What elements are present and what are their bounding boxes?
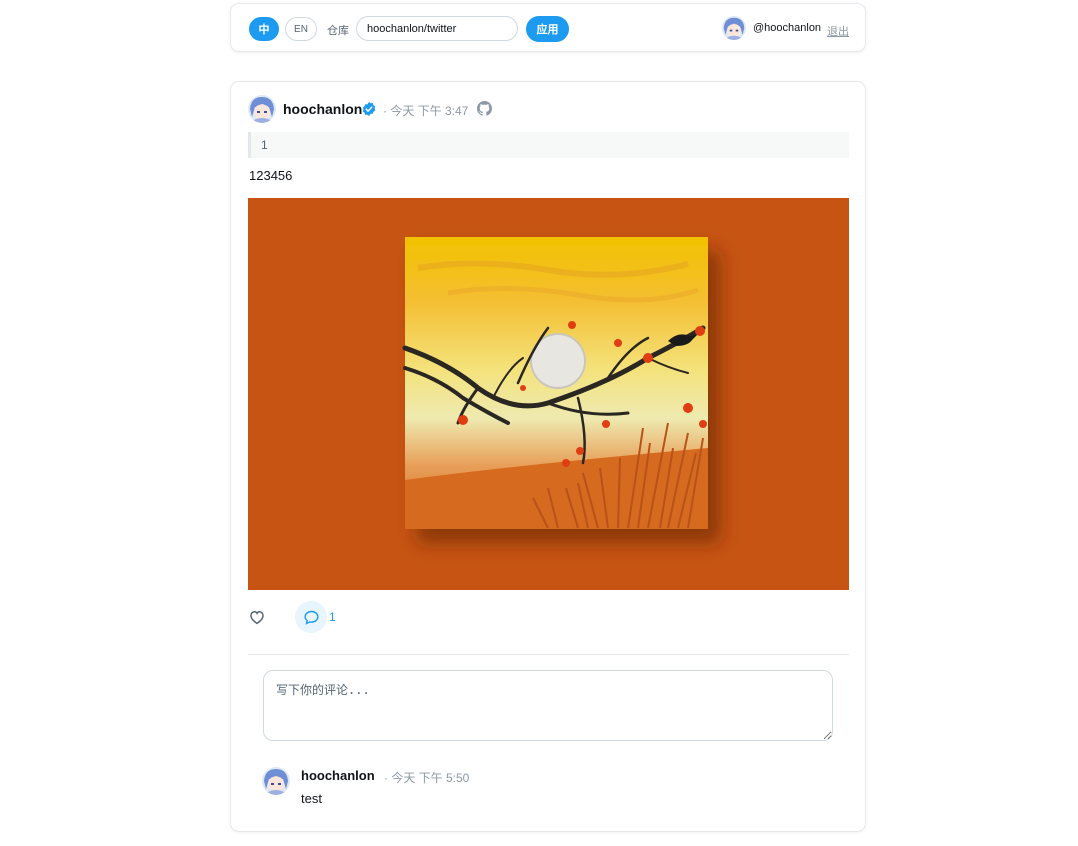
- comment-timestamp: · 今天 下午 5:50: [384, 771, 470, 785]
- comment-input[interactable]: [263, 670, 833, 741]
- comment-text: test: [301, 791, 322, 806]
- tweet-timestamp: · 今天 下午 3:47: [383, 104, 469, 118]
- repo-label: 仓库: [327, 25, 349, 37]
- user-handle: @hoochanlon: [753, 22, 822, 34]
- author-avatar[interactable]: [248, 95, 276, 123]
- repo-input[interactable]: [356, 16, 518, 41]
- top-bar: 中 EN 仓库 应用 @hoochanlon 退出: [230, 3, 866, 52]
- comment-author-avatar[interactable]: [262, 767, 290, 795]
- lang-zh-button[interactable]: 中: [249, 17, 279, 41]
- quote-block: 1: [248, 132, 849, 158]
- tweet-text: 123456: [249, 168, 293, 183]
- reply-count: 1: [329, 610, 336, 624]
- user-avatar: [722, 16, 746, 40]
- github-icon[interactable]: [477, 101, 492, 116]
- tweet-media-image[interactable]: [248, 198, 849, 590]
- comment-author[interactable]: hoochanlon: [301, 768, 375, 783]
- tweet-author[interactable]: hoochanlon: [283, 101, 362, 117]
- divider: [248, 654, 849, 655]
- reply-bubble-icon: [303, 610, 319, 625]
- verified-badge-icon: [362, 102, 376, 116]
- tweet-card: hoochanlon · 今天 下午 3:47 1 123456 1 写下你的评…: [230, 81, 866, 832]
- apply-button[interactable]: 应用: [526, 16, 569, 42]
- logout-link[interactable]: 退出: [827, 23, 849, 39]
- lang-en-button[interactable]: EN: [285, 17, 317, 41]
- reply-button[interactable]: [295, 601, 327, 633]
- tweet-actions: 1: [248, 601, 849, 635]
- painting-image: [402, 237, 708, 529]
- like-heart-icon[interactable]: [248, 608, 266, 626]
